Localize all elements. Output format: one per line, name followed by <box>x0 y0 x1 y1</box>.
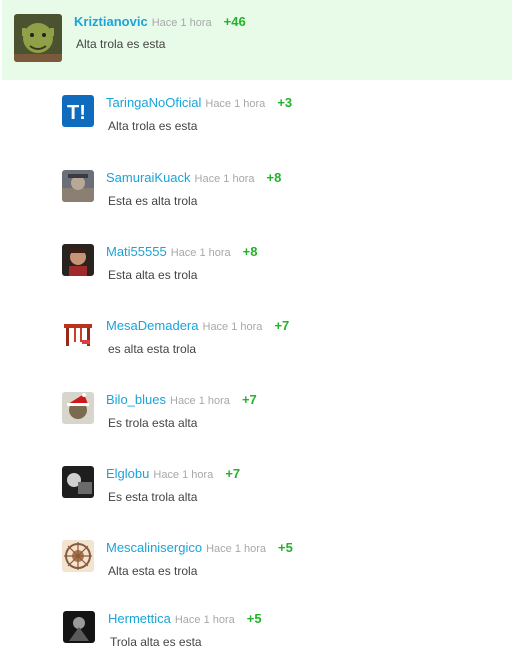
avatar[interactable] <box>62 466 94 498</box>
timestamp: Hace 1 hora <box>206 543 267 555</box>
timestamp: Hace 1 hora <box>151 17 212 29</box>
comment-text: Trola alta es esta <box>110 635 202 649</box>
avatar[interactable]: T! <box>62 95 94 127</box>
comment-header: Kriztianovic Hace 1 hora +46 <box>74 14 246 29</box>
avatar[interactable] <box>14 14 62 62</box>
comment-header: Bilo_blues Hace 1 hora +7 <box>106 392 257 407</box>
table-icon <box>62 318 94 350</box>
comment-header: Mescalinisergico Hace 1 hora +5 <box>106 540 293 555</box>
comment-text: Es esta trola alta <box>108 490 198 504</box>
username-link[interactable]: MesaDemadera <box>106 318 199 333</box>
score-badge: +3 <box>277 95 293 110</box>
taringa-logo-icon: T! <box>62 95 94 127</box>
username-link[interactable]: Mati55555 <box>106 244 167 259</box>
timestamp: Hace 1 hora <box>194 173 255 185</box>
avatar[interactable] <box>63 611 95 643</box>
comment-header: MesaDemadera Hace 1 hora +7 <box>106 318 289 333</box>
comment-header: Mati55555 Hace 1 hora +8 <box>106 244 257 259</box>
avatar[interactable] <box>62 170 94 202</box>
comment-text: es alta esta trola <box>108 342 197 356</box>
comment-header: SamuraiKuack Hace 1 hora +8 <box>106 170 281 185</box>
comment-text: Alta trola es esta <box>76 37 166 51</box>
top-comment: Kriztianovic Hace 1 hora +46 Alta trola es… <box>2 0 512 80</box>
photo-avatar-icon <box>63 611 95 643</box>
username-link[interactable]: Bilo_blues <box>106 392 166 407</box>
score-badge: +8 <box>242 244 258 259</box>
comment-header: Hermettica Hace 1 hora +5 <box>108 611 262 626</box>
avatar[interactable] <box>62 392 94 424</box>
comment-text: Es trola esta alta <box>108 416 198 430</box>
comment-text: Alta esta es trola <box>108 564 198 578</box>
comment-header: Elglobu Hace 1 hora +7 <box>106 466 240 481</box>
score-badge: +8 <box>266 170 282 185</box>
photo-avatar-icon <box>62 244 94 276</box>
timestamp: Hace 1 hora <box>174 614 235 626</box>
timestamp: Hace 1 hora <box>170 247 231 259</box>
avatar[interactable] <box>62 540 94 572</box>
username-link[interactable]: Elglobu <box>106 466 149 481</box>
timestamp: Hace 1 hora <box>153 469 214 481</box>
comment-text: Esta alta es trola <box>108 268 198 282</box>
timestamp: Hace 1 hora <box>170 395 230 407</box>
comment-text: Esta es alta trola <box>108 194 198 208</box>
username-link[interactable]: Hermettica <box>108 611 171 626</box>
username-link[interactable]: Mescalinisergico <box>106 540 202 555</box>
username-link[interactable]: SamuraiKuack <box>106 170 191 185</box>
comment-text: Alta trola es esta <box>108 119 198 133</box>
photo-avatar-icon <box>62 466 94 498</box>
timestamp: Hace 1 hora <box>202 321 263 333</box>
shrek-avatar-icon <box>14 14 62 62</box>
avatar[interactable] <box>62 318 94 350</box>
santa-hat-avatar-icon <box>62 392 94 424</box>
score-badge: +7 <box>274 318 290 333</box>
score-badge: +46 <box>223 14 246 29</box>
photo-avatar-icon <box>62 170 94 202</box>
score-badge: +5 <box>278 540 293 555</box>
score-badge: +7 <box>241 392 257 407</box>
score-badge: +7 <box>225 466 241 481</box>
username-link[interactable]: TaringaNoOficial <box>106 95 201 110</box>
emblem-avatar-icon <box>62 540 94 572</box>
comment-header: TaringaNoOficial Hace 1 hora +3 <box>106 95 292 110</box>
username-link[interactable]: Kriztianovic <box>74 14 148 29</box>
score-badge: +5 <box>246 611 262 626</box>
svg-text:T!: T! <box>67 102 86 124</box>
timestamp: Hace 1 hora <box>205 98 266 110</box>
avatar[interactable] <box>62 244 94 276</box>
